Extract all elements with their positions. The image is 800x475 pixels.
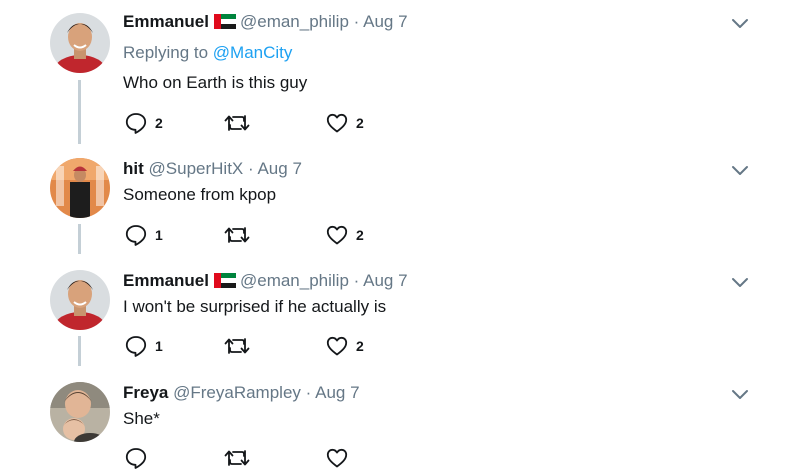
avatar-image-icon <box>50 13 110 73</box>
avatar[interactable] <box>50 13 110 73</box>
separator: · <box>353 271 360 290</box>
replying-to: Replying to @ManCity <box>123 43 292 63</box>
reply-count: 2 <box>155 115 163 131</box>
reply-icon <box>125 113 147 134</box>
heart-icon <box>326 225 348 245</box>
reply-icon <box>125 336 147 357</box>
retweet-button[interactable] <box>224 447 258 469</box>
retweet-icon <box>224 115 250 131</box>
chevron-down-icon[interactable] <box>731 389 749 401</box>
display-name[interactable]: hit <box>123 159 144 178</box>
timestamp[interactable]: Aug 7 <box>363 12 407 31</box>
retweet-icon <box>224 227 250 243</box>
reply-button[interactable] <box>125 447 155 469</box>
heart-icon <box>326 113 348 133</box>
retweet-button[interactable] <box>224 335 258 357</box>
reply-icon <box>125 448 147 469</box>
tweet-text: Who on Earth is this guy <box>123 73 308 92</box>
separator: · <box>248 159 254 178</box>
replying-prefix: Replying to <box>123 43 209 62</box>
like-count: 2 <box>356 115 364 131</box>
chevron-down-icon[interactable] <box>731 18 749 30</box>
heart-icon <box>326 448 348 468</box>
reply-count: 1 <box>155 338 163 354</box>
like-button[interactable]: 2 <box>326 112 364 134</box>
reply-tweet[interactable]: Emmanuel @eman_philip · Aug 7 I won't be… <box>0 260 800 372</box>
tweet-text: Someone from kpop <box>123 185 277 204</box>
like-button[interactable]: 2 <box>326 224 364 246</box>
reply-button[interactable]: 2 <box>125 112 163 134</box>
handle[interactable]: @eman_philip <box>240 12 349 31</box>
avatar[interactable] <box>50 158 110 218</box>
retweet-button[interactable] <box>224 224 258 246</box>
like-count: 2 <box>356 338 364 354</box>
reply-tweet[interactable]: Freya @FreyaRampley · Aug 7 She* <box>0 372 800 475</box>
avatar[interactable] <box>50 270 110 330</box>
handle[interactable]: @eman_philip <box>240 271 349 290</box>
timestamp[interactable]: Aug 7 <box>257 159 301 178</box>
avatar[interactable] <box>50 382 110 442</box>
heart-icon <box>326 336 348 356</box>
tweet-text: She* <box>123 409 160 428</box>
chevron-down-icon[interactable] <box>731 165 749 177</box>
retweet-icon <box>224 450 250 466</box>
like-button[interactable] <box>326 447 356 469</box>
chevron-down-icon[interactable] <box>731 277 749 289</box>
uae-flag-icon <box>213 273 236 288</box>
handle[interactable]: @FreyaRampley <box>173 383 301 402</box>
like-button[interactable]: 2 <box>326 335 364 357</box>
separator: · <box>353 12 360 31</box>
handle[interactable]: @SuperHitX <box>149 159 244 178</box>
timestamp[interactable]: Aug 7 <box>315 383 359 402</box>
reply-button[interactable]: 1 <box>125 335 163 357</box>
separator: · <box>305 383 312 402</box>
reply-tweet[interactable]: Emmanuel @eman_philip · Aug 7 Replying t… <box>0 0 800 148</box>
display-name[interactable]: Emmanuel <box>123 12 209 31</box>
reply-icon <box>125 225 147 246</box>
reply-button[interactable]: 1 <box>125 224 163 246</box>
retweet-button[interactable] <box>224 112 258 134</box>
avatar-image-icon <box>50 270 110 330</box>
mention-link[interactable]: @ManCity <box>213 43 293 62</box>
display-name[interactable]: Emmanuel <box>123 271 209 290</box>
avatar-image-icon <box>50 382 110 442</box>
display-name[interactable]: Freya <box>123 383 168 402</box>
like-count: 2 <box>356 227 364 243</box>
tweet-text: I won't be surprised if he actually is <box>123 297 387 316</box>
uae-flag-icon <box>213 14 236 29</box>
reply-count: 1 <box>155 227 163 243</box>
timestamp[interactable]: Aug 7 <box>363 271 407 290</box>
reply-tweet[interactable]: hit @SuperHitX · Aug 7 Someone from kpop… <box>0 148 800 260</box>
retweet-icon <box>224 338 250 354</box>
avatar-image-icon <box>50 158 110 218</box>
